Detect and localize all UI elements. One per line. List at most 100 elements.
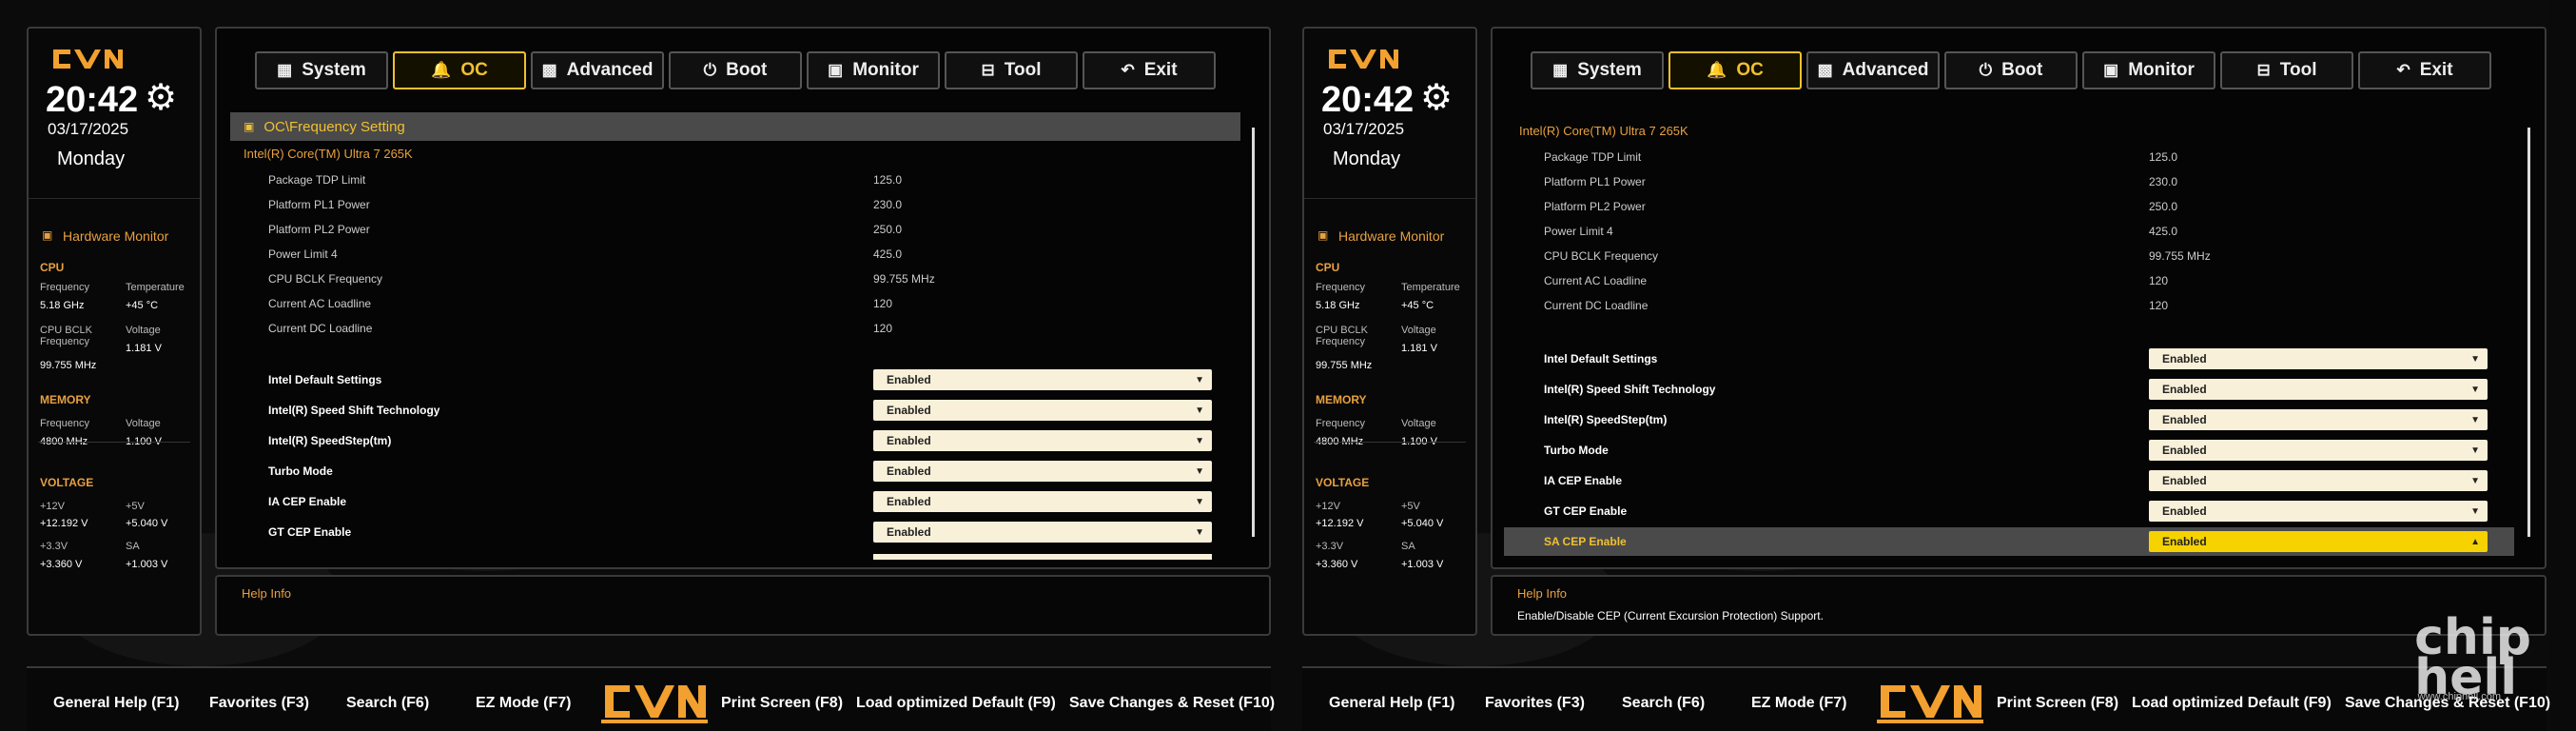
cpu-bclk-value: 99.755 MHz [1316, 360, 1373, 371]
setting-row-gt-cep[interactable]: GT CEP Enable Enabled ▼ [255, 520, 1225, 544]
ia-cep-dropdown[interactable]: Enabled ▼ [2149, 470, 2488, 491]
brand-logo [1877, 685, 1983, 723]
gt-cep-dropdown[interactable]: Enabled ▼ [873, 522, 1212, 543]
memory-frequency-label: Frequency [40, 418, 89, 429]
turbo-mode-dropdown[interactable]: Enabled ▼ [873, 461, 1212, 482]
memory-frequency-label: Frequency [1316, 418, 1365, 429]
setting-row-speed-shift[interactable]: Intel(R) Speed Shift Technology Enabled ▼ [255, 398, 1225, 423]
watermark-url: www.chiphell.com [2417, 691, 2501, 702]
ez-mode-key[interactable]: EZ Mode (F7) [1751, 695, 1846, 712]
load-defaults-key[interactable]: Load optimized Default (F9) [856, 695, 1056, 712]
cpu-voltage-value: 1.181 V [1401, 343, 1437, 354]
tab-exit[interactable]: ↶ Exit [1083, 51, 1216, 89]
setting-row-turbo-mode[interactable]: Turbo Mode Enabled ▼ [255, 459, 1225, 484]
tab-boot[interactable]: ⏻ Boot [669, 51, 802, 89]
tab-advanced[interactable]: ▩ Advanced [531, 51, 664, 89]
setting-row-intel-default[interactable]: Intel Default Settings Enabled ▼ [1531, 346, 2501, 371]
ez-mode-key[interactable]: EZ Mode (F7) [476, 695, 571, 712]
clock-time: 20:42 [46, 80, 139, 120]
speed-shift-dropdown[interactable]: Enabled ▼ [2149, 379, 2488, 400]
cpu-temperature-value: +45 °C [126, 300, 159, 311]
main-panel: ▦ System 🔔 OC ▩ Advanced ⏻ Boot ▣ Monitor ⊟ To… [215, 27, 1271, 569]
favorites-key[interactable]: Favorites (F3) [1485, 695, 1585, 712]
bell-icon: 🔔 [431, 61, 452, 79]
search-key[interactable]: Search (F6) [346, 695, 429, 712]
tab-system[interactable]: ▦ System [255, 51, 388, 89]
load-defaults-key[interactable]: Load optimized Default (F9) [2132, 695, 2332, 712]
setting-row-intel-default[interactable]: Intel Default Settings Enabled ▼ [255, 367, 1225, 392]
cpu-section-title: CPU [40, 261, 65, 274]
tab-system[interactable]: ▦ System [1531, 51, 1664, 89]
search-key[interactable]: Search (F6) [1622, 695, 1705, 712]
clock-day: Monday [57, 148, 126, 169]
tab-monitor[interactable]: ▣ Monitor [807, 51, 940, 89]
sa-label: SA [1401, 541, 1415, 552]
tab-oc[interactable]: 🔔 OC [1669, 51, 1802, 89]
setting-row-ia-cep[interactable]: IA CEP Enable Enabled ▼ [1531, 468, 2501, 493]
hardware-monitor-title: Hardware Monitor [63, 228, 169, 244]
tab-oc[interactable]: 🔔 OC [393, 51, 526, 89]
tab-tool[interactable]: ⊟ Tool [945, 51, 1078, 89]
sa-value: +1.003 V [126, 559, 168, 570]
speedstep-dropdown[interactable]: Enabled ▼ [873, 430, 1212, 451]
print-screen-key[interactable]: Print Screen (F8) [1997, 695, 2118, 712]
hardware-monitor-title: Hardware Monitor [1338, 228, 1445, 244]
info-row: Package TDP Limit 125.0 [1544, 150, 2178, 164]
divider [29, 198, 200, 199]
dropdown-arrow-icon: ▼ [1195, 405, 1204, 416]
tab-advanced[interactable]: ▩ Advanced [1806, 51, 1940, 89]
dropdown-arrow-icon: ▼ [2470, 445, 2480, 456]
sa-cep-dropdown[interactable]: Enabled ▲ [2149, 531, 2488, 552]
info-row: Platform PL2 Power 250.0 [268, 223, 903, 236]
help-panel: Help Info [215, 575, 1271, 636]
info-row: Power Limit 4 425.0 [1544, 225, 2178, 238]
save-reset-key[interactable]: Save Changes & Reset (F10) [1069, 695, 1275, 712]
print-screen-key[interactable]: Print Screen (F8) [721, 695, 843, 712]
clock-date: 03/17/2025 [1323, 120, 1405, 138]
turbo-mode-dropdown[interactable]: Enabled ▼ [2149, 440, 2488, 461]
info-row: Current AC Loadline 120 [1544, 274, 2169, 287]
toolbox-icon: ⊟ [981, 61, 995, 79]
setting-row-speedstep[interactable]: Intel(R) SpeedStep(tm) Enabled ▼ [1531, 407, 2501, 432]
tab-boot[interactable]: ⏻ Boot [1944, 51, 2078, 89]
left-info-panel: 20:42 ⚙ 03/17/2025 Monday ▣ Hardware Mon… [1302, 27, 1477, 636]
gear-icon[interactable]: ⚙ [1420, 80, 1453, 116]
setting-row-sa-cep-selected[interactable]: SA CEP Enable Enabled ▲ [1504, 527, 2514, 556]
intel-default-dropdown[interactable]: Enabled ▼ [873, 369, 1212, 390]
voltage-section-title: VOLTAGE [1316, 476, 1370, 489]
setting-row-ia-cep[interactable]: IA CEP Enable Enabled ▼ [255, 489, 1225, 514]
general-help-key[interactable]: General Help (F1) [1329, 695, 1454, 712]
cpu-temperature-value: +45 °C [1401, 300, 1434, 311]
general-help-key[interactable]: General Help (F1) [53, 695, 179, 712]
speedstep-dropdown[interactable]: Enabled ▼ [2149, 409, 2488, 430]
main-panel: ▦ System 🔔 OC ▩ Advanced ⏻ Boot ▣ Monitor ⊟ To… [1491, 27, 2547, 569]
gear-icon[interactable]: ⚙ [145, 80, 177, 116]
setting-row-speed-shift[interactable]: Intel(R) Speed Shift Technology Enabled ▼ [1531, 377, 2501, 402]
help-panel: Help Info Enable/Disable CEP (Current Ex… [1491, 575, 2547, 636]
setting-row-turbo-mode[interactable]: Turbo Mode Enabled ▼ [1531, 438, 2501, 463]
brand-logo [601, 685, 708, 723]
intel-default-dropdown[interactable]: Enabled ▼ [2149, 348, 2488, 369]
clock-day: Monday [1333, 148, 1401, 169]
speed-shift-dropdown[interactable]: Enabled ▼ [873, 400, 1212, 421]
info-row: Current DC Loadline 120 [1544, 299, 2169, 312]
tab-exit[interactable]: ↶ Exit [2358, 51, 2491, 89]
info-row: Platform PL1 Power 230.0 [268, 198, 903, 211]
dropdown-arrow-icon: ▼ [1195, 465, 1204, 477]
tab-tool[interactable]: ⊟ Tool [2220, 51, 2353, 89]
gt-cep-dropdown[interactable]: Enabled ▼ [2149, 501, 2488, 522]
dropdown-arrow-icon: ▼ [2470, 414, 2480, 425]
scrollbar[interactable] [2527, 128, 2530, 537]
cpu-bclk-label: CPU BCLK Frequency [1316, 325, 1369, 347]
power-icon: ⏻ [703, 61, 717, 79]
setting-row-gt-cep[interactable]: GT CEP Enable Enabled ▼ [1531, 499, 2501, 524]
tab-monitor[interactable]: ▣ Monitor [2082, 51, 2215, 89]
dropdown-arrow-up-icon: ▲ [2470, 536, 2480, 547]
setting-row-speedstep[interactable]: Intel(R) SpeedStep(tm) Enabled ▼ [255, 428, 1225, 453]
hardware-monitor-icon: ▣ [1317, 228, 1329, 242]
v12-label: +12V [1316, 501, 1340, 512]
ia-cep-dropdown[interactable]: Enabled ▼ [873, 491, 1212, 512]
footer-bar: General Help (F1) Favorites (F3) Search … [1302, 666, 2550, 731]
favorites-key[interactable]: Favorites (F3) [209, 695, 309, 712]
scrollbar[interactable] [1252, 128, 1255, 537]
